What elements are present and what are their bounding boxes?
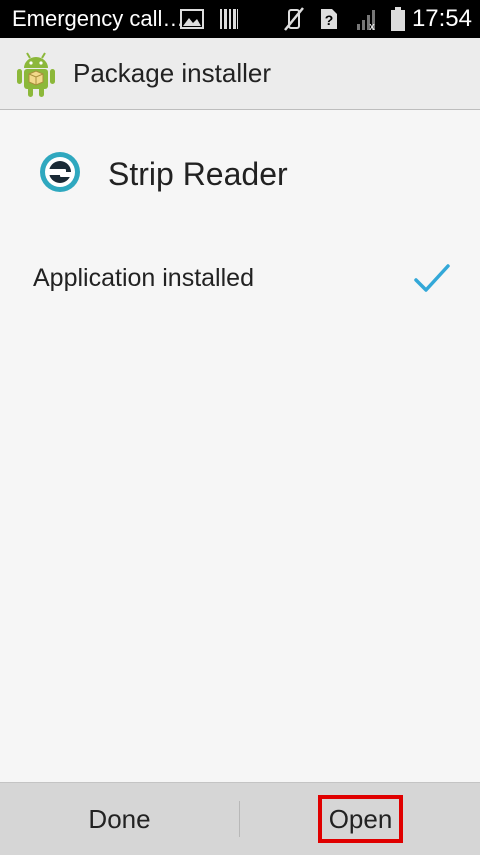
barcode-icon	[220, 9, 238, 29]
sim-unknown-icon: ?	[321, 9, 337, 29]
svg-text:?: ?	[325, 12, 334, 28]
status-carrier-text: Emergency call…	[12, 6, 185, 31]
status-bar: Emergency call… ? x 17:54	[0, 0, 480, 38]
action-bar: Package installer	[0, 38, 480, 110]
image-icon	[180, 9, 204, 29]
android-package-icon	[17, 52, 55, 97]
button-divider	[239, 801, 240, 837]
install-content: Strip Reader Application installed	[0, 110, 480, 782]
install-status-text: Application installed	[33, 264, 254, 292]
button-bar: Done Open	[0, 782, 480, 855]
status-clock: 17:54	[411, 5, 472, 32]
page-title: Package installer	[73, 58, 271, 88]
signal-no-service-icon: x	[357, 10, 375, 32]
open-button[interactable]: Open	[241, 783, 480, 855]
battery-icon	[391, 7, 405, 31]
open-button-label: Open	[317, 795, 404, 843]
vibrate-off-icon	[284, 7, 304, 31]
app-name: Strip Reader	[108, 156, 288, 192]
strip-reader-app-icon	[40, 152, 80, 192]
done-button[interactable]: Done	[0, 783, 239, 855]
checkmark-icon	[414, 264, 450, 292]
svg-text:x: x	[369, 21, 375, 32]
